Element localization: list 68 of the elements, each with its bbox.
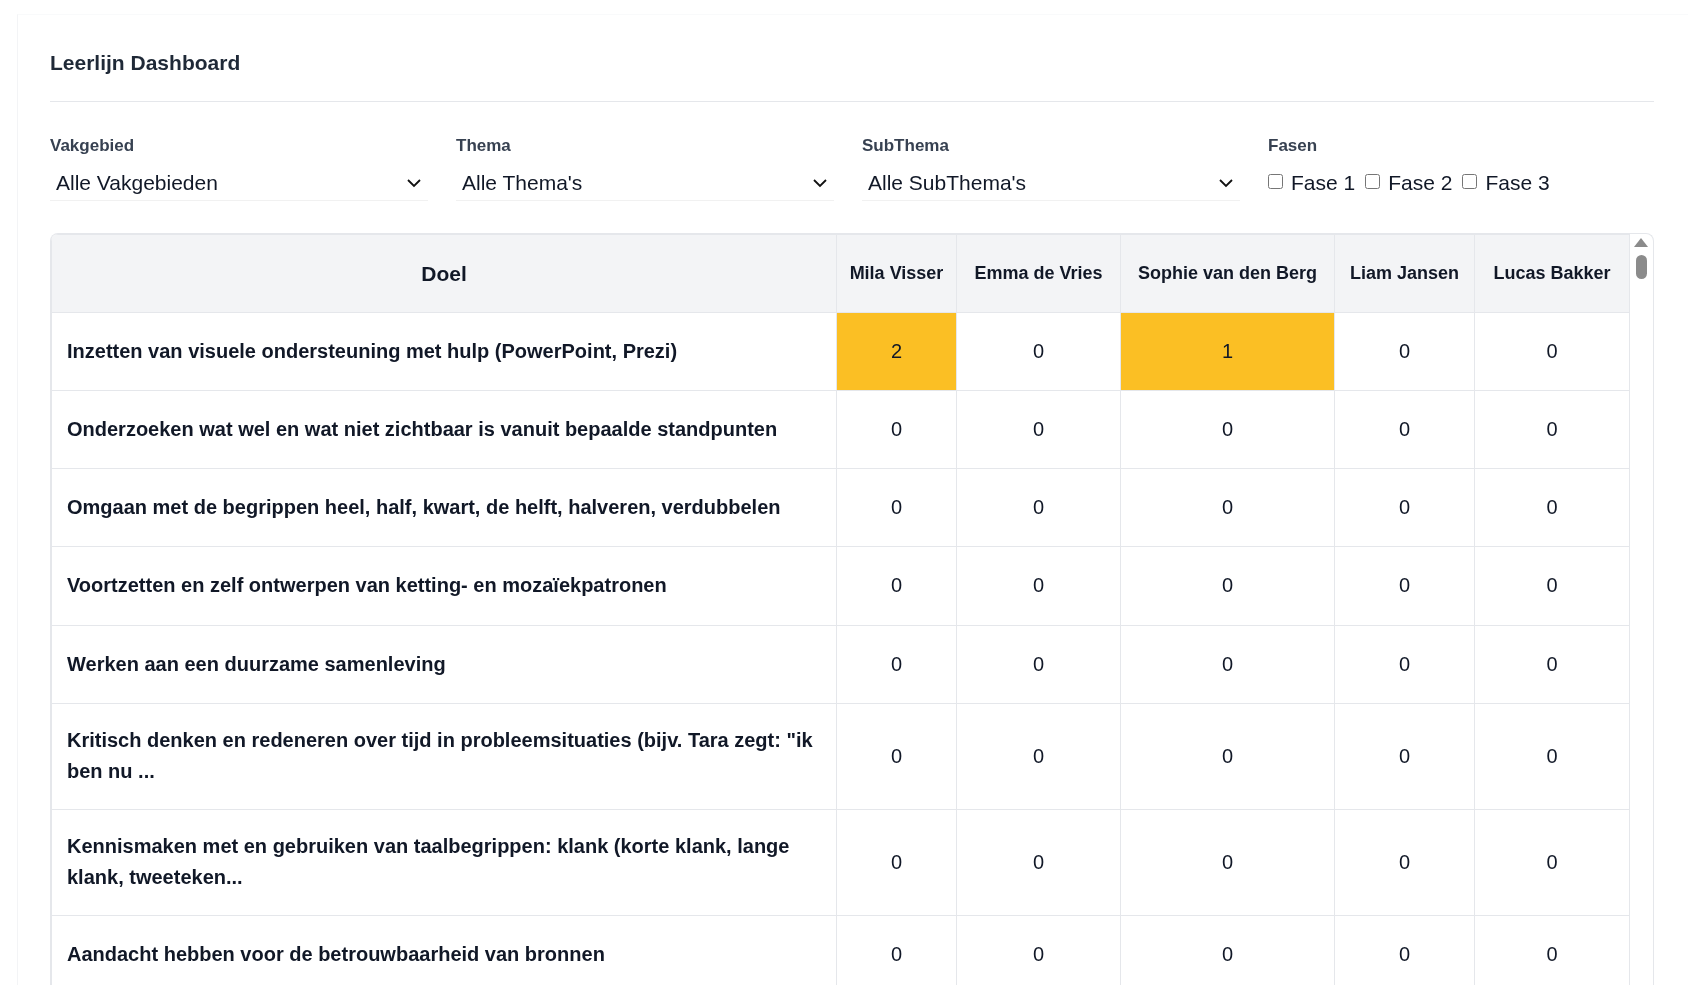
column-header: Emma de Vries [956,234,1121,313]
score-cell: 0 [1120,625,1335,704]
score-cell: 0 [956,312,1121,391]
phase-checkbox[interactable] [1462,173,1478,189]
score-cell: 0 [1120,390,1335,469]
goal-cell: Omgaan met de begrippen heel, half, kwart, de helft, halveren, verdubbelen [51,468,837,547]
score-cell: 0 [1474,809,1630,916]
score-cell: 0 [1474,390,1630,469]
phase-label: Fase 3 [1485,171,1550,195]
column-header: Doel [51,234,837,313]
score-cell: 0 [1474,703,1630,810]
score-cell: 0 [956,809,1121,916]
score-cell: 0 [1474,546,1630,626]
phase-label: Fase 1 [1291,171,1356,195]
score-cell: 2 [836,312,957,391]
score-cell: 0 [836,546,957,626]
score-cell: 0 [1120,809,1335,916]
column-header: Liam Jansen [1334,234,1475,313]
column-header: Sophie van den Berg [1120,234,1335,313]
goal-cell: Kritisch denken en redeneren over tijd in probleemsituaties (bijv. Tara zegt: "ik ben nu ... [51,703,837,810]
score-cell: 0 [956,546,1121,626]
filter-label: Fasen [1268,136,1319,156]
scroll-up-icon[interactable] [1634,238,1648,247]
score-cell: 0 [1334,312,1475,391]
score-cell: 0 [836,703,957,810]
score-cell: 0 [1334,390,1475,469]
score-cell: 0 [956,703,1121,810]
score-cell: 0 [836,625,957,704]
score-cell: 0 [1120,703,1335,810]
score-cell: 0 [1474,312,1630,391]
phase-checkbox[interactable] [1365,173,1381,189]
filter-dropdown[interactable]: Alle Thema's [456,166,834,201]
score-cell: 1 [1120,312,1335,391]
goal-cell: Voortzetten en zelf ontwerpen van ketting- en mozaïekpatronen [51,546,837,626]
score-cell: 0 [836,468,957,547]
score-cell: 0 [1334,703,1475,810]
score-cell: 0 [956,625,1121,704]
goal-cell: Werken aan een duurzame samenleving [51,625,837,704]
filter-label: SubThema [862,136,950,156]
phase-label: Fase 2 [1388,171,1453,195]
filter-label: Thema [456,136,512,156]
score-cell: 0 [1334,809,1475,916]
column-header: Lucas Bakker [1474,234,1630,313]
chevron-down-icon [1218,178,1234,188]
page-title: Leerlijn Dashboard [50,15,1654,102]
score-cell: 0 [1120,468,1335,547]
goal-cell: Aandacht hebben voor de betrouwbaarheid van bronnen [51,915,837,985]
score-cell: 0 [956,390,1121,469]
score-cell: 0 [1474,468,1630,547]
chevron-down-icon [812,178,828,188]
filter-label: Vakgebied [50,136,136,156]
goal-cell: Kennismaken met en gebruiken van taalbegrippen: klank (korte klank, lange klank, tweeteken... [51,809,837,916]
score-cell: 0 [1334,625,1475,704]
scroll-thumb[interactable] [1635,255,1647,279]
goal-cell: Onderzoeken wat wel en wat niet zichtbaar is vanuit bepaalde standpunten [51,390,837,469]
score-cell: 0 [1334,546,1475,626]
phase-checkbox[interactable] [1268,173,1283,189]
filter-dropdown[interactable]: Alle SubThema's [862,166,1240,201]
chevron-down-icon [406,178,422,188]
filter-dropdown[interactable]: Alle Vakgebieden [50,166,428,201]
score-cell: 0 [956,468,1121,547]
score-cell: 0 [836,809,957,916]
score-cell: 0 [1120,546,1335,626]
goal-cell: Inzetten van visuele ondersteuning met hulp (PowerPoint, Prezi) [51,312,837,391]
score-cell: 0 [1334,468,1475,547]
column-header: Mila Visser [836,234,957,313]
score-cell: 0 [1474,625,1630,704]
score-cell: 0 [836,390,957,469]
